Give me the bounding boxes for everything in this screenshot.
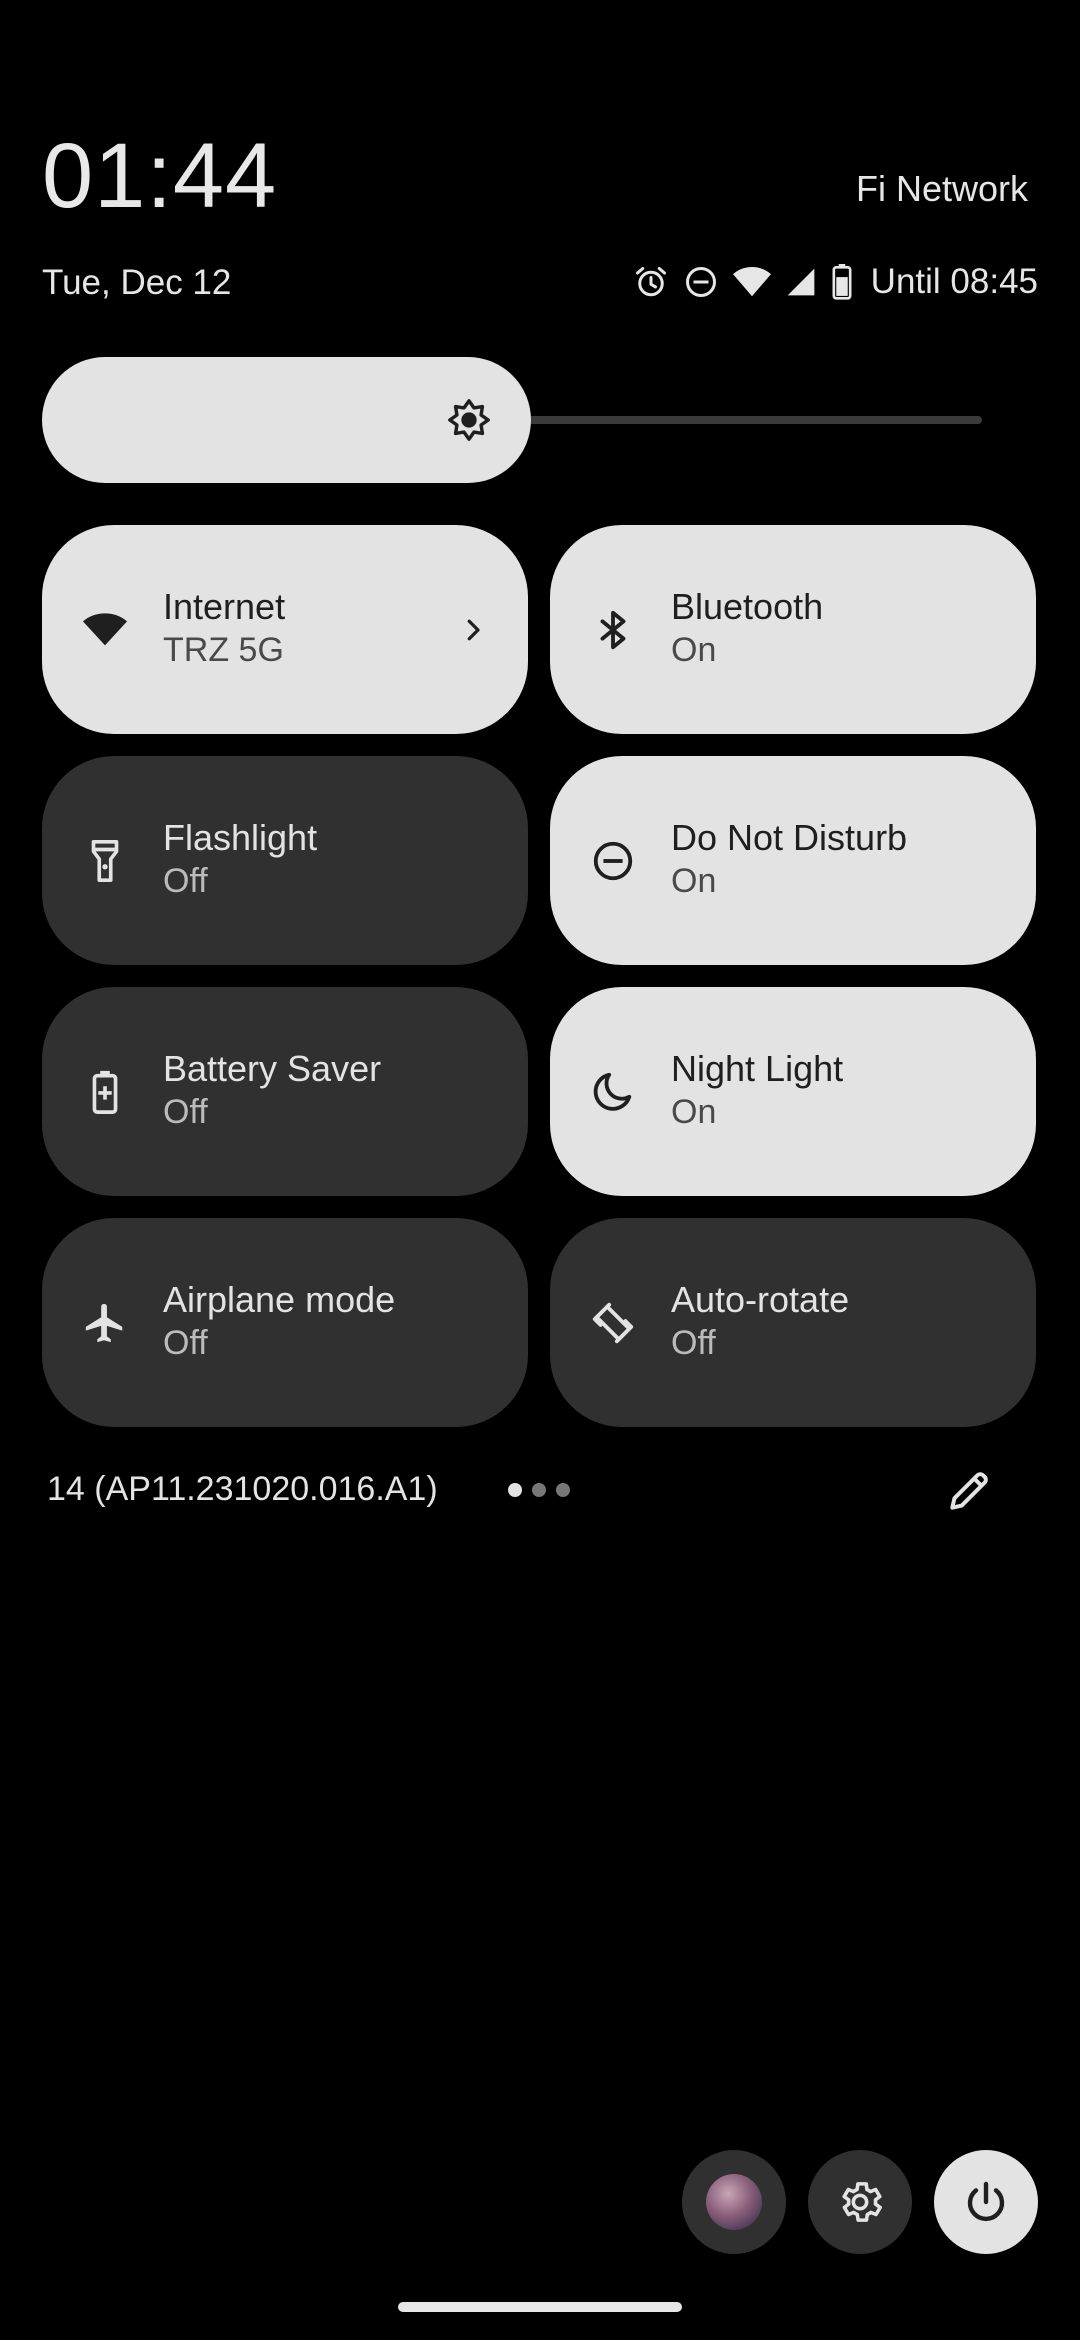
tile-state: On bbox=[671, 862, 717, 901]
page-indicator bbox=[508, 1483, 570, 1497]
tile-label: Night Light bbox=[671, 1047, 844, 1089]
power-button[interactable] bbox=[934, 2150, 1038, 2254]
tile-state: TRZ 5G bbox=[163, 631, 284, 670]
night-light-icon bbox=[593, 1072, 632, 1111]
flashlight-icon bbox=[91, 840, 119, 882]
auto-rotate-icon bbox=[592, 1302, 634, 1344]
tile-night-light[interactable]: Night Light On bbox=[550, 987, 1036, 1196]
battery-icon bbox=[832, 264, 852, 300]
do-not-disturb-icon bbox=[685, 267, 716, 297]
tile-state: Off bbox=[163, 1324, 208, 1363]
clock[interactable]: 01:44 bbox=[42, 130, 277, 222]
tile-label: Auto-rotate bbox=[671, 1278, 850, 1320]
tile-state: Off bbox=[163, 862, 208, 901]
brightness-icon bbox=[448, 399, 490, 441]
page-dot bbox=[556, 1483, 570, 1497]
tile-state: On bbox=[671, 631, 717, 670]
tile-internet[interactable]: Internet TRZ 5G bbox=[42, 525, 528, 734]
status-icons: Until 08:45 bbox=[633, 260, 1038, 304]
wifi-icon bbox=[732, 266, 771, 297]
tile-airplane-mode[interactable]: Airplane mode Off bbox=[42, 1218, 528, 1427]
brightness-slider[interactable] bbox=[42, 357, 982, 483]
tile-flashlight[interactable]: Flashlight Off bbox=[42, 756, 528, 965]
tile-bluetooth[interactable]: Bluetooth On bbox=[550, 525, 1036, 734]
page-dot bbox=[508, 1483, 522, 1497]
power-icon bbox=[967, 2181, 1005, 2222]
tile-label: Bluetooth bbox=[671, 585, 824, 627]
do-not-disturb-icon bbox=[593, 841, 633, 881]
carrier-name: Fi Network bbox=[855, 168, 1028, 209]
alarm-until-text: Until 08:45 bbox=[870, 262, 1038, 301]
user-avatar bbox=[706, 2174, 762, 2230]
edit-pencil-icon[interactable] bbox=[944, 1466, 994, 1516]
bluetooth-icon bbox=[600, 610, 626, 650]
tile-state: On bbox=[671, 1093, 717, 1132]
cellular-signal-icon bbox=[787, 268, 815, 296]
tile-state: Off bbox=[671, 1324, 716, 1363]
build-number[interactable]: 14 (AP11.231020.016.A1) bbox=[47, 1470, 438, 1509]
alarm-icon bbox=[635, 267, 666, 297]
tile-auto-rotate[interactable]: Auto-rotate Off bbox=[550, 1218, 1036, 1427]
tile-state: Off bbox=[163, 1093, 208, 1132]
user-switcher-button[interactable] bbox=[682, 2150, 786, 2254]
tile-label: Airplane mode bbox=[163, 1278, 396, 1320]
tile-battery-saver[interactable]: Battery Saver Off bbox=[42, 987, 528, 1196]
quick-settings-tiles: Internet TRZ 5G Bluetooth On Flashlight … bbox=[42, 525, 1036, 1427]
tile-do-not-disturb[interactable]: Do Not Disturb On bbox=[550, 756, 1036, 965]
chevron-right-icon[interactable] bbox=[458, 615, 488, 645]
tile-label: Battery Saver bbox=[163, 1047, 382, 1089]
battery-saver-icon bbox=[92, 1070, 118, 1114]
date[interactable]: Tue, Dec 12 bbox=[42, 263, 231, 303]
home-gesture-bar[interactable] bbox=[398, 2302, 682, 2312]
settings-button[interactable] bbox=[808, 2150, 912, 2254]
tile-label: Do Not Disturb bbox=[671, 816, 908, 858]
tile-label: Internet bbox=[163, 585, 286, 627]
wifi-icon bbox=[82, 613, 128, 646]
tile-label: Flashlight bbox=[163, 816, 318, 858]
settings-icon bbox=[842, 2182, 882, 2222]
airplane-icon bbox=[85, 1303, 123, 1343]
page-dot bbox=[532, 1483, 546, 1497]
